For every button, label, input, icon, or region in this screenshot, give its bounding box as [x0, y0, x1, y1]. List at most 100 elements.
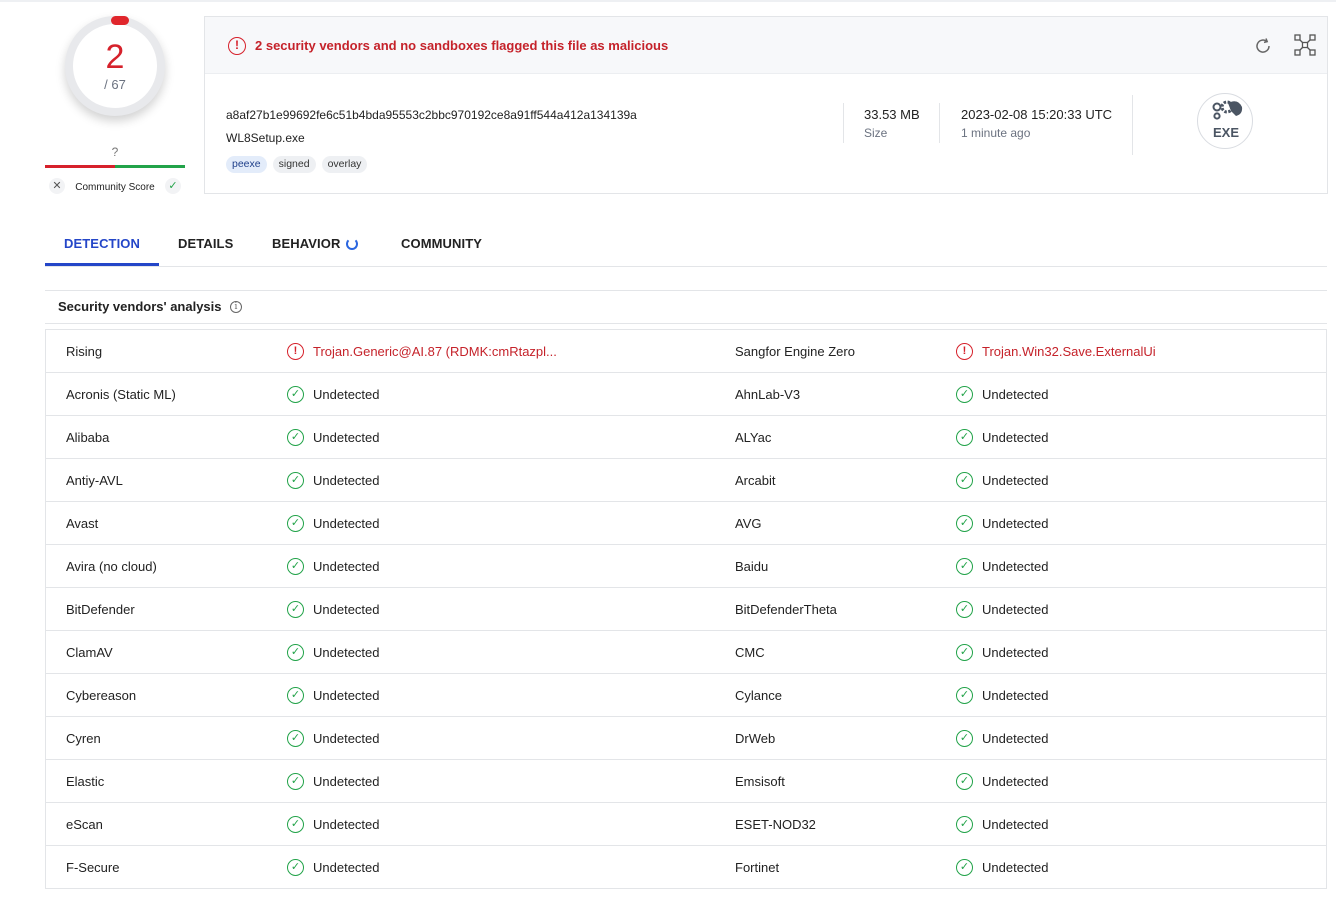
- check-circle-icon: ✓: [287, 687, 304, 704]
- check-circle-icon: ✓: [287, 773, 304, 790]
- file-size-label: Size: [864, 126, 888, 140]
- vote-harmless-icon[interactable]: ✓: [165, 178, 181, 194]
- analysis-date-relative: 1 minute ago: [961, 126, 1031, 140]
- vendor-name: DrWeb: [735, 731, 776, 746]
- table-row: Elastic ✓ Undetected Emsisoft ✓ Undetected: [46, 760, 1326, 803]
- active-tab-indicator: [45, 263, 159, 266]
- top-divider: [0, 0, 1336, 2]
- table-row: BitDefender ✓ Undetected BitDefenderTheta ✓ U…: [46, 588, 1326, 631]
- detection-score-widget: 2 / 67 ? ✕ Community Score ✓: [45, 10, 185, 200]
- similar-files-icon[interactable]: [1293, 33, 1317, 57]
- tab-detection[interactable]: DETECTION: [64, 236, 140, 251]
- loading-spinner-icon: [346, 238, 359, 250]
- vendor-name: eScan: [66, 817, 103, 832]
- check-circle-icon: ✓: [956, 386, 973, 403]
- tab-behavior-label: BEHAVIOR: [272, 236, 341, 251]
- detection-total: / 67: [104, 77, 126, 92]
- community-score-value: ?: [111, 145, 119, 159]
- vendor-results-table: Rising! Trojan.Generic@AI.87 (RDMK:cmRtaz…: [45, 329, 1327, 889]
- vendor-name: Alibaba: [66, 430, 110, 445]
- vendor-name: Cyren: [66, 731, 101, 746]
- analysis-date-value: 2023-02-08 15:20:33 UTC: [961, 107, 1113, 122]
- vendor-result-text: Undetected: [313, 387, 380, 402]
- alert-circle-icon: !: [956, 343, 973, 360]
- vendor-name: ClamAV: [66, 645, 113, 660]
- vendor-result-text: Undetected: [313, 516, 380, 531]
- file-summary-card: ! 2 security vendors and no sandboxes fl…: [204, 16, 1328, 194]
- vendor-name: Arcabit: [735, 473, 776, 488]
- file-size-value: 33.53 MB: [864, 107, 920, 122]
- table-row: Antiy-AVL ✓ Undetected Arcabit ✓ Undetected: [46, 459, 1326, 502]
- vendor-name: Fortinet: [735, 860, 780, 875]
- check-circle-icon: ✓: [956, 859, 973, 876]
- vendor-result-text: Undetected: [982, 430, 1049, 445]
- vendor-result-text: Undetected: [313, 774, 380, 789]
- file-type-badge: EXE: [1197, 93, 1253, 149]
- vendor-name: BitDefender: [66, 602, 135, 617]
- tab-details[interactable]: DETAILS: [178, 236, 233, 251]
- check-circle-icon: ✓: [287, 859, 304, 876]
- vendor-result-text: Undetected: [313, 860, 380, 875]
- check-circle-icon: ✓: [287, 472, 304, 489]
- check-circle-icon: ✓: [956, 687, 973, 704]
- vendor-name: ESET-NOD32: [735, 817, 816, 832]
- table-row: Avira (no cloud) ✓ Undetected Baidu ✓ Undetec…: [46, 545, 1326, 588]
- check-circle-icon: ✓: [956, 816, 973, 833]
- vote-malicious-icon[interactable]: ✕: [49, 178, 65, 194]
- vendor-result-text: Trojan.Win32.Save.ExternalUi: [982, 344, 1156, 359]
- section-title: Security vendors' analysis: [58, 299, 222, 314]
- check-circle-icon: ✓: [956, 601, 973, 618]
- vendor-name: Cybereason: [66, 688, 137, 703]
- score-indicator: [111, 16, 129, 25]
- vendor-name: Avira (no cloud): [66, 559, 157, 574]
- vendor-name: Acronis (Static ML): [66, 387, 176, 402]
- divider: [939, 103, 940, 143]
- vendor-name: AhnLab-V3: [735, 387, 801, 402]
- tag-overlay[interactable]: overlay: [321, 156, 368, 173]
- vendor-name: BitDefenderTheta: [735, 602, 837, 617]
- vendor-name: Elastic: [66, 774, 105, 789]
- file-hash[interactable]: a8af27b1e99692fe6c51b4bda95553c2bbc97019…: [226, 108, 637, 122]
- tab-behavior[interactable]: BEHAVIOR: [272, 236, 359, 251]
- table-row: Rising! Trojan.Generic@AI.87 (RDMK:cmRtaz…: [46, 330, 1326, 373]
- info-icon[interactable]: i: [230, 301, 242, 313]
- exe-gears-icon: [1212, 100, 1243, 120]
- reanalyze-icon[interactable]: [1253, 36, 1273, 56]
- vendor-result-text: Undetected: [982, 473, 1049, 488]
- vendor-name: Antiy-AVL: [66, 473, 123, 488]
- table-row: Cyren ✓ Undetected DrWeb ✓ Undetected: [46, 717, 1326, 760]
- tag-peexe[interactable]: peexe: [226, 156, 267, 173]
- vendor-name: Rising: [66, 344, 103, 359]
- vendor-result-text: Undetected: [982, 602, 1049, 617]
- vendor-result-text: Undetected: [313, 817, 380, 832]
- section-divider: [45, 323, 1327, 324]
- vendor-name: Cylance: [735, 688, 782, 703]
- community-score-label: Community Score: [75, 182, 155, 193]
- check-circle-icon: ✓: [287, 644, 304, 661]
- vendor-name: CMC: [735, 645, 765, 660]
- alert-banner: ! 2 security vendors and no sandboxes fl…: [205, 17, 1327, 74]
- table-row: Cybereason ✓ Undetected Cylance ✓ Undetected: [46, 674, 1326, 717]
- vendor-result-text: Undetected: [982, 731, 1049, 746]
- vendor-name: ALYac: [735, 430, 772, 445]
- vendor-result-text: Undetected: [313, 473, 380, 488]
- divider: [1132, 95, 1133, 155]
- file-tags: peexe signed overlay: [226, 156, 368, 173]
- alert-message: 2 security vendors and no sandboxes flag…: [255, 38, 669, 53]
- check-circle-icon: ✓: [956, 730, 973, 747]
- vendor-name: Emsisoft: [735, 774, 785, 789]
- tab-community[interactable]: COMMUNITY: [401, 236, 482, 251]
- table-row: Alibaba ✓ Undetected ALYac ✓ Undetected: [46, 416, 1326, 459]
- vendor-result-text: Undetected: [982, 688, 1049, 703]
- community-score-bar: [45, 165, 185, 168]
- tag-signed[interactable]: signed: [272, 156, 316, 173]
- check-circle-icon: ✓: [956, 558, 973, 575]
- check-circle-icon: ✓: [956, 773, 973, 790]
- table-row: Avast ✓ Undetected AVG ✓ Undetected: [46, 502, 1326, 545]
- table-row: Acronis (Static ML) ✓ Undetected AhnLab-V3 ✓…: [46, 373, 1326, 416]
- check-circle-icon: ✓: [287, 429, 304, 446]
- section-divider: [45, 290, 1327, 291]
- check-circle-icon: ✓: [956, 515, 973, 532]
- vendor-result-text: Trojan.Generic@AI.87 (RDMK:cmRtazpl...: [313, 344, 557, 359]
- check-circle-icon: ✓: [956, 644, 973, 661]
